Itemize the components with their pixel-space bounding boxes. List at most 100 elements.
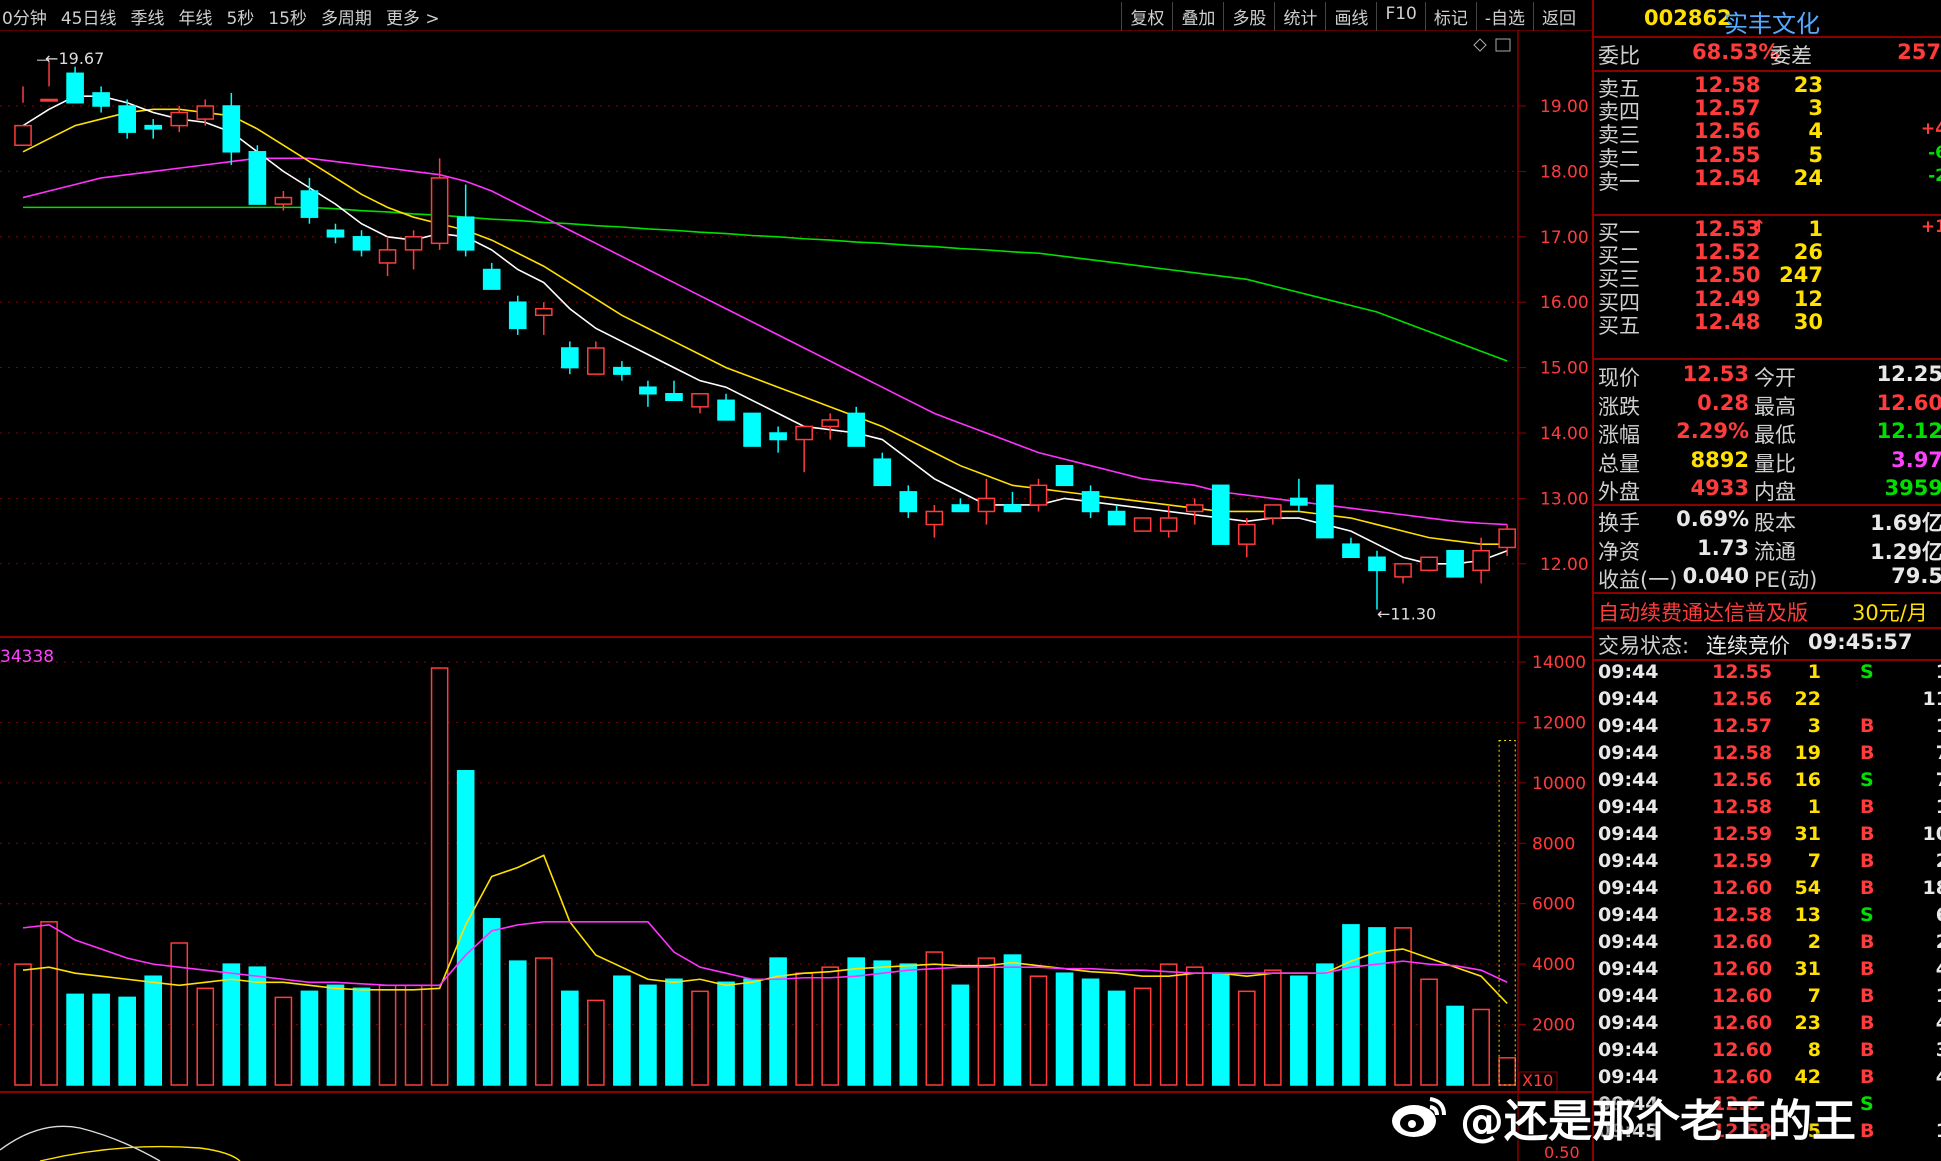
ad-price[interactable]: 30元/月 bbox=[1852, 597, 1928, 627]
candle[interactable] bbox=[92, 86, 110, 113]
volume-bar[interactable] bbox=[456, 770, 475, 1086]
candle[interactable] bbox=[925, 504, 944, 538]
candle[interactable] bbox=[118, 99, 136, 139]
volume-bar[interactable] bbox=[691, 990, 709, 1086]
candle[interactable] bbox=[1133, 517, 1152, 532]
volume-bar[interactable] bbox=[639, 984, 657, 1086]
candle[interactable] bbox=[1264, 504, 1282, 525]
candle[interactable] bbox=[508, 295, 527, 335]
candle[interactable] bbox=[1498, 524, 1516, 556]
volume-bar[interactable] bbox=[248, 966, 267, 1086]
volume-bar[interactable] bbox=[1133, 987, 1152, 1086]
candle[interactable] bbox=[1394, 563, 1412, 584]
volume-bar[interactable] bbox=[1498, 1057, 1516, 1086]
volume-bar[interactable] bbox=[1003, 954, 1022, 1086]
volume-bar[interactable] bbox=[613, 975, 631, 1086]
volume-bar[interactable] bbox=[222, 963, 241, 1086]
volume-bar[interactable] bbox=[144, 975, 163, 1086]
tool-button[interactable]: -自选 bbox=[1475, 2, 1533, 31]
candle[interactable] bbox=[378, 236, 397, 277]
volume-bar[interactable] bbox=[1264, 969, 1282, 1086]
candle[interactable] bbox=[1081, 485, 1100, 519]
volume-bar[interactable] bbox=[66, 993, 84, 1086]
candle[interactable] bbox=[977, 478, 996, 525]
period-tab[interactable]: 0分钟 bbox=[2, 4, 47, 29]
volume-bar[interactable] bbox=[795, 972, 813, 1086]
volume-bar[interactable] bbox=[1107, 990, 1126, 1086]
candle[interactable] bbox=[717, 393, 735, 421]
volume-bar[interactable] bbox=[1290, 975, 1308, 1086]
period-tab[interactable]: 5秒 bbox=[226, 4, 254, 29]
candle[interactable] bbox=[1342, 537, 1360, 559]
volume-bar[interactable] bbox=[92, 993, 110, 1086]
period-tab[interactable]: 季线 bbox=[130, 4, 164, 29]
volume-bar[interactable] bbox=[482, 918, 501, 1086]
candle[interactable] bbox=[560, 341, 579, 375]
volume-bar[interactable] bbox=[170, 942, 189, 1086]
candle[interactable] bbox=[951, 498, 970, 513]
kline-chart[interactable]: 19.00 18.00 17.00 16.00 15.00 14.00 13.00 12.00… bbox=[0, 30, 1592, 1161]
volume-bar[interactable] bbox=[274, 996, 293, 1086]
candle[interactable] bbox=[14, 86, 32, 146]
candle[interactable] bbox=[1446, 549, 1464, 578]
ad-text[interactable]: 自动续费通达信普及版 bbox=[1598, 597, 1808, 627]
volume-bar[interactable] bbox=[40, 921, 58, 1086]
candle[interactable] bbox=[899, 485, 918, 519]
volume-bar[interactable] bbox=[951, 984, 970, 1086]
candle[interactable] bbox=[873, 452, 892, 487]
volume-bar[interactable] bbox=[1055, 972, 1074, 1086]
tool-button[interactable]: F10 bbox=[1376, 2, 1424, 31]
volume-bar[interactable] bbox=[925, 951, 944, 1086]
volume-bar[interactable] bbox=[196, 987, 215, 1086]
volume-bar[interactable] bbox=[743, 978, 761, 1086]
candle[interactable] bbox=[1185, 498, 1204, 525]
candle[interactable] bbox=[795, 425, 813, 473]
candle[interactable] bbox=[326, 223, 345, 244]
candle[interactable] bbox=[587, 341, 605, 375]
candle[interactable] bbox=[222, 92, 241, 165]
volume-bar[interactable] bbox=[587, 999, 605, 1086]
candle[interactable] bbox=[1159, 504, 1178, 538]
tool-button[interactable]: 多股 bbox=[1223, 2, 1274, 31]
candle[interactable] bbox=[1290, 478, 1308, 512]
candle[interactable] bbox=[1237, 518, 1256, 558]
period-tab[interactable]: 更多 > bbox=[386, 4, 440, 29]
volume-bar[interactable] bbox=[326, 984, 345, 1086]
candle[interactable] bbox=[482, 262, 501, 290]
tool-button[interactable]: 标记 bbox=[1424, 2, 1476, 31]
volume-bar[interactable] bbox=[1316, 963, 1334, 1086]
volume-bar[interactable] bbox=[1446, 1005, 1464, 1086]
volume-bar[interactable] bbox=[300, 990, 319, 1086]
candle[interactable] bbox=[691, 393, 709, 414]
tool-button[interactable]: 统计 bbox=[1274, 2, 1325, 31]
volume-bar[interactable] bbox=[534, 957, 553, 1086]
candle[interactable] bbox=[404, 230, 423, 270]
volume-bar[interactable] bbox=[1342, 924, 1360, 1086]
volume-bar[interactable] bbox=[717, 981, 735, 1086]
candle[interactable] bbox=[1055, 464, 1074, 487]
candle[interactable] bbox=[352, 230, 371, 257]
candle[interactable] bbox=[66, 66, 84, 104]
volume-bar[interactable] bbox=[14, 963, 32, 1086]
candle[interactable] bbox=[1420, 556, 1438, 572]
volume-bar[interactable] bbox=[560, 990, 579, 1086]
candle[interactable] bbox=[639, 380, 657, 407]
candle[interactable] bbox=[1003, 491, 1022, 513]
period-tab[interactable]: 15秒 bbox=[268, 4, 307, 29]
tool-button[interactable]: 返回 bbox=[1533, 2, 1584, 31]
volume-bar[interactable] bbox=[404, 984, 423, 1086]
candle[interactable] bbox=[534, 302, 553, 335]
volume-bar[interactable] bbox=[1159, 963, 1178, 1086]
volume-bar[interactable] bbox=[378, 984, 397, 1086]
candle[interactable] bbox=[144, 119, 163, 139]
candle[interactable] bbox=[1316, 484, 1334, 539]
volume-bar[interactable] bbox=[352, 987, 371, 1086]
candle[interactable] bbox=[1107, 504, 1126, 526]
candle[interactable] bbox=[430, 158, 449, 250]
volume-bar[interactable] bbox=[508, 960, 527, 1086]
volume-bar[interactable] bbox=[430, 667, 449, 1086]
candle[interactable] bbox=[1368, 550, 1386, 610]
volume-bar[interactable] bbox=[1211, 972, 1230, 1086]
tool-button[interactable]: 叠加 bbox=[1172, 2, 1223, 31]
candle[interactable] bbox=[665, 380, 683, 402]
